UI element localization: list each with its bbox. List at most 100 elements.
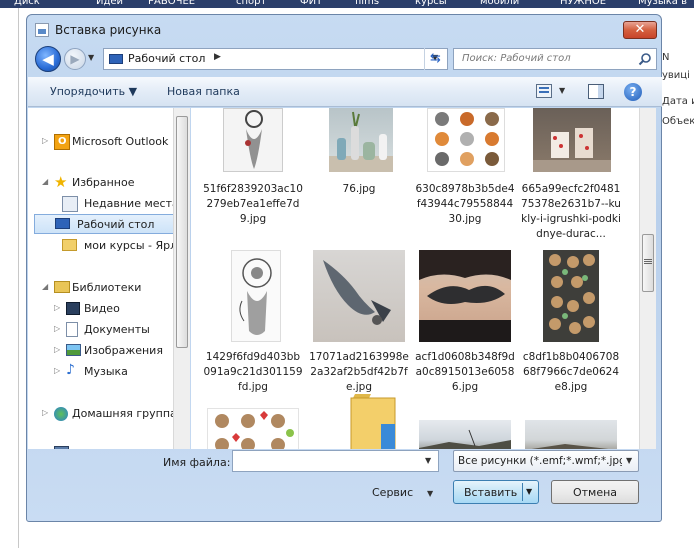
expand-icon[interactable]: ◢ (42, 448, 50, 449)
sidebar-item-video[interactable]: ▷ Видео (54, 299, 174, 319)
background-text: Дата и (662, 96, 694, 107)
back-button[interactable]: ◀ (35, 46, 61, 72)
forward-button[interactable]: ▶ (64, 48, 86, 70)
expand-icon[interactable]: ▷ (54, 324, 62, 333)
expand-icon[interactable]: ▷ (42, 408, 50, 417)
address-text[interactable]: Рабочий стол (128, 52, 205, 65)
sidebar-item-label: Рабочий стол (77, 218, 155, 231)
bookmark-item[interactable]: films (355, 0, 379, 7)
bookmark-item[interactable]: Музыка в (638, 0, 687, 7)
bookmark-item[interactable]: Идеи (96, 0, 123, 7)
browser-bookmarks-bar: Диск Идеи РАБОЧЕЕ спорт ФИТ films курсы мобили Н… (0, 0, 694, 8)
history-chevron-down-icon[interactable]: ▼ (88, 53, 98, 65)
search-icon[interactable] (638, 52, 652, 66)
recent-places-icon (62, 196, 78, 212)
bookmark-item[interactable]: Диск (14, 0, 40, 7)
sidebar-item-recent-places[interactable]: Недавние места (62, 194, 174, 214)
thumbnail (207, 408, 299, 449)
sidebar-item-desktop[interactable]: Рабочий стол (34, 214, 174, 234)
navigation-scrollbar[interactable] (173, 108, 190, 449)
homegroup-icon (54, 407, 68, 421)
libraries-icon (54, 281, 70, 293)
sidebar-item-outlook[interactable]: ▷ O Microsoft Outlook (42, 132, 174, 152)
file-type-chevron-down-icon[interactable]: ▼ (626, 456, 632, 465)
sidebar-item-my-courses[interactable]: мои курсы - Ярл (62, 236, 174, 256)
scrollbar-thumb[interactable] (176, 116, 188, 348)
folder-icon (347, 394, 403, 449)
tools-chevron-down-icon[interactable]: ▼ (427, 489, 433, 498)
expand-icon[interactable]: ◢ (42, 282, 50, 291)
thumbnail (329, 108, 393, 172)
cancel-button[interactable]: Отмена (551, 480, 639, 504)
file-name: 630c8978b3b5de4f43944c7955884430.jpg (415, 183, 515, 225)
cancel-button-label: Отмена (572, 486, 618, 499)
help-icon[interactable]: ? (624, 83, 642, 101)
computer-icon (54, 446, 69, 449)
file-list: 51f6f2839203ac10279eb7ea1effe7d9.jpg 76.… (191, 108, 639, 449)
command-toolbar: Упорядочить ▼ Новая папка ▼ ? (28, 77, 662, 107)
filename-input[interactable]: ▼ (232, 450, 439, 472)
outlook-icon: O (54, 134, 70, 150)
sidebar-item-label: К (72, 447, 80, 449)
background-left (0, 8, 26, 548)
insert-options-chevron-down-icon[interactable]: ▼ (526, 487, 532, 496)
title-bar[interactable]: Вставка рисунка ✕ (27, 15, 661, 45)
insert-picture-dialog: Вставка рисунка ✕ ◀ ▶ ▼ Рабочий стол ▶ ▼… (26, 14, 662, 522)
sidebar-item-homegroup[interactable]: ▷ Домашняя группа (42, 404, 174, 424)
sidebar-item-label: Видео (84, 302, 120, 315)
thumbnail (543, 250, 599, 342)
sidebar-item-libraries[interactable]: ◢ Библиотеки (42, 278, 174, 298)
preview-pane-icon[interactable] (588, 84, 604, 99)
search-input[interactable]: Поиск: Рабочий стол (453, 48, 657, 70)
dialog-title: Вставка рисунка (55, 23, 162, 37)
expand-icon[interactable]: ▷ (42, 136, 50, 145)
bookmark-item[interactable]: спорт (236, 0, 266, 7)
bookmark-item[interactable]: ФИТ (300, 0, 322, 7)
organize-button[interactable]: Упорядочить ▼ (50, 85, 137, 98)
view-chevron-down-icon[interactable]: ▼ (559, 86, 565, 95)
sidebar-item-pictures[interactable]: ▷ Изображения (54, 341, 174, 361)
address-bar[interactable]: Рабочий стол ▶ ▼ (103, 48, 448, 70)
expand-icon[interactable]: ▷ (54, 345, 62, 354)
file-name: acf1d0608b348f9da0c8915013e60586.jpg (415, 351, 515, 393)
close-button[interactable]: ✕ (623, 21, 657, 39)
tools-button[interactable]: Сервис (372, 486, 413, 499)
background-text: увиці (662, 70, 690, 81)
background-document: Νувиці Дата и Объект (660, 8, 694, 548)
sidebar-item-label: Документы (84, 323, 150, 336)
bookmark-item[interactable]: мобили (480, 0, 519, 7)
thumbnail (313, 250, 405, 342)
star-icon: ★ (54, 173, 68, 191)
file-name: 665a99ecfc2f048175378e2631b7--kukly-i-ig… (521, 183, 621, 240)
sidebar-item-label: Музыка (84, 365, 128, 378)
file-name: c8df1b8b040670868f7966c7de0624e8.jpg (522, 351, 620, 393)
expand-icon[interactable]: ◢ (42, 177, 50, 186)
sidebar-item-label: Изображения (84, 344, 163, 357)
breadcrumb-arrow-icon[interactable]: ▶ (214, 52, 221, 62)
file-name: 1429f6fd9d403bb091a9c21d301159fd.jpg (203, 351, 303, 393)
scrollbar-grip-icon (644, 259, 652, 260)
split-divider (522, 483, 523, 501)
file-type-select[interactable]: Все рисунки (*.emf;*.wmf;*.jpg ▼ (453, 450, 639, 472)
thumbnail (525, 420, 617, 449)
change-view-icon[interactable] (536, 84, 552, 98)
filename-chevron-down-icon[interactable]: ▼ (425, 456, 431, 465)
scrollbar-thumb[interactable] (642, 234, 654, 292)
expand-icon[interactable]: ▷ (54, 366, 62, 375)
bookmark-item[interactable]: НУЖНОЕ (560, 0, 606, 7)
thumbnail (223, 108, 283, 172)
sidebar-item-favorites[interactable]: ◢ ★ Избранное (42, 173, 174, 193)
bookmark-item[interactable]: курсы (415, 0, 447, 7)
sidebar-item-music[interactable]: ▷ ♪ Музыка (54, 362, 174, 382)
bookmark-item[interactable]: РАБОЧЕЕ (148, 0, 195, 7)
search-placeholder: Поиск: Рабочий стол (462, 53, 571, 64)
documents-icon (66, 322, 78, 337)
insert-button[interactable]: Вставить ▼ (453, 480, 539, 504)
sidebar-item-computer[interactable]: ◢ К (42, 444, 174, 449)
picture-icon (35, 23, 49, 37)
file-list-scrollbar[interactable] (639, 108, 656, 449)
sidebar-item-documents[interactable]: ▷ Документы (54, 320, 174, 340)
expand-icon[interactable]: ▷ (54, 303, 62, 312)
new-folder-button[interactable]: Новая папка (167, 85, 240, 98)
refresh-button[interactable]: ⇆ (424, 48, 446, 70)
